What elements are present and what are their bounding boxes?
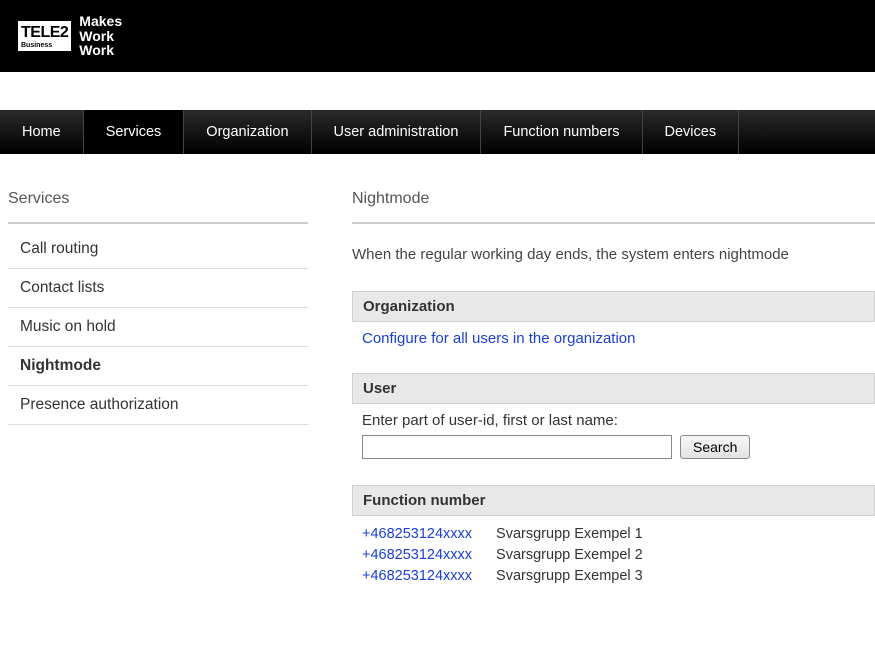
logo: TELE2 Business — [18, 21, 71, 51]
search-button[interactable]: Search — [680, 435, 750, 459]
sidebar-title: Services — [8, 190, 308, 224]
sidebar-item-call-routing[interactable]: Call routing — [8, 230, 308, 269]
page-title: Nightmode — [352, 190, 875, 224]
section-header-user: User — [352, 373, 875, 404]
configure-all-users-link[interactable]: Configure for all users in the organizat… — [362, 330, 636, 347]
nav-organization[interactable]: Organization — [184, 110, 311, 154]
logo-main-text: TELE2 — [21, 24, 68, 41]
user-search-input[interactable] — [362, 435, 672, 459]
function-number-link[interactable]: +468253124xxxx — [362, 566, 472, 587]
function-number-row: +468253124xxxx Svarsgrupp Exempel 1 — [362, 524, 875, 545]
function-number-link[interactable]: +468253124xxxx — [362, 545, 472, 566]
sidebar-item-music-on-hold[interactable]: Music on hold — [8, 308, 308, 347]
top-header: TELE2 Business Makes Work Work — [0, 0, 875, 72]
section-header-organization: Organization — [352, 291, 875, 322]
logo-sub-text: Business — [21, 42, 68, 49]
nav-user-administration[interactable]: User administration — [312, 110, 482, 154]
nav-devices[interactable]: Devices — [643, 110, 740, 154]
navbar: Home Services Organization User administ… — [0, 110, 875, 154]
function-number-name: Svarsgrupp Exempel 2 — [496, 545, 643, 566]
sidebar-item-contact-lists[interactable]: Contact lists — [8, 269, 308, 308]
user-search-label: Enter part of user-id, first or last nam… — [362, 412, 875, 429]
sidebar-item-nightmode[interactable]: Nightmode — [8, 347, 308, 386]
tagline: Makes Work Work — [79, 14, 122, 58]
sidebar-item-presence-authorization[interactable]: Presence authorization — [8, 386, 308, 425]
nav-function-numbers[interactable]: Function numbers — [481, 110, 642, 154]
function-number-name: Svarsgrupp Exempel 3 — [496, 566, 643, 587]
sidebar: Services Call routing Contact lists Musi… — [8, 190, 308, 587]
function-number-row: +468253124xxxx Svarsgrupp Exempel 2 — [362, 545, 875, 566]
function-number-row: +468253124xxxx Svarsgrupp Exempel 3 — [362, 566, 875, 587]
function-number-name: Svarsgrupp Exempel 1 — [496, 524, 643, 545]
section-header-function-number: Function number — [352, 485, 875, 516]
function-number-link[interactable]: +468253124xxxx — [362, 524, 472, 545]
tagline-line: Work — [79, 43, 122, 58]
nav-home[interactable]: Home — [0, 110, 84, 154]
nav-services[interactable]: Services — [84, 110, 185, 154]
main-panel: Nightmode When the regular working day e… — [342, 190, 875, 587]
tagline-line: Work — [79, 29, 122, 44]
page-description: When the regular working day ends, the s… — [352, 246, 875, 263]
tagline-line: Makes — [79, 14, 122, 29]
